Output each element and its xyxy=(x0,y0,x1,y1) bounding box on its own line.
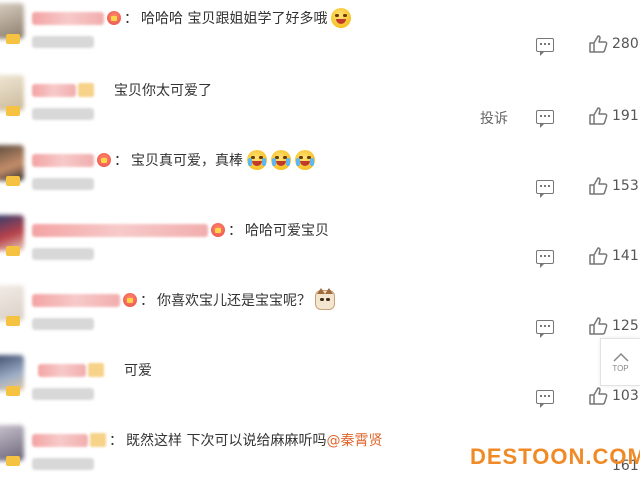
cry-laugh-emoji-icon xyxy=(247,150,267,170)
thumbs-up-icon[interactable] xyxy=(588,316,608,336)
reply-icon[interactable] xyxy=(536,110,554,128)
thumbs-up-icon[interactable] xyxy=(588,176,608,196)
reply-icon[interactable] xyxy=(536,320,554,338)
comment-item: ： 宝贝你太可爱了 投诉 191 xyxy=(0,72,640,142)
comment-item: ： 你喜欢宝儿还是宝宝呢？ 125 xyxy=(0,282,640,352)
thumbs-up-icon[interactable] xyxy=(588,34,608,54)
cat-emoji-icon xyxy=(315,288,335,310)
cry-laugh-emoji-icon xyxy=(271,150,291,170)
like-count: 191 xyxy=(612,108,639,124)
reply-icon[interactable] xyxy=(536,390,554,408)
comment-feed: ： 哈哈哈 宝贝跟姐姐学了好多哦 280 ： 宝贝你太可爱了 投诉 191 ： xyxy=(0,0,640,480)
watermark-suffix: .COM xyxy=(585,444,640,469)
comment-text: 你喜欢宝儿还是宝宝呢？ xyxy=(157,293,311,309)
vip-badge-icon xyxy=(6,456,20,466)
meta-blurred xyxy=(32,248,94,260)
comment-text: 宝贝真可爱，真棒 xyxy=(131,153,243,169)
vip-badge-icon xyxy=(6,34,20,44)
comment-item: ： 宝贝真可爱，真棒 153 xyxy=(0,142,640,212)
username-blurred[interactable] xyxy=(32,293,120,307)
username-blurred[interactable] xyxy=(32,433,88,447)
heart-badge-icon xyxy=(123,293,137,307)
like-count: 280 xyxy=(612,36,639,52)
vip-badge-icon xyxy=(6,316,20,326)
level-badge-icon xyxy=(78,83,94,97)
comment-text: 哈哈哈 宝贝跟姐姐学了好多哦 xyxy=(141,11,328,27)
vip-badge-icon xyxy=(6,246,20,256)
vip-badge-icon xyxy=(6,176,20,186)
heart-badge-icon xyxy=(107,11,121,25)
thumbs-up-icon[interactable] xyxy=(588,246,608,266)
thumbs-up-icon[interactable] xyxy=(588,106,608,126)
vip-badge-icon xyxy=(6,386,20,396)
comment-text: 宝贝你太可爱了 xyxy=(114,83,212,99)
back-to-top-label: TOP xyxy=(612,363,629,373)
report-link[interactable]: 投诉 xyxy=(480,108,508,128)
comment-text: 哈哈可爱宝贝 xyxy=(245,223,329,239)
meta-blurred xyxy=(32,178,94,190)
level-badge-icon xyxy=(90,433,106,447)
reply-icon[interactable] xyxy=(536,250,554,268)
level-badge-icon xyxy=(88,363,104,377)
meta-blurred xyxy=(32,318,94,330)
username-blurred[interactable] xyxy=(32,153,94,167)
comment-item: ： 可爱 103 xyxy=(0,352,640,422)
thumbs-up-icon[interactable] xyxy=(588,386,608,406)
username-blurred[interactable] xyxy=(32,11,104,25)
comment-text: 既然这样 下次可以说给麻麻听吗 xyxy=(126,433,327,449)
chevron-up-icon xyxy=(612,352,629,362)
back-to-top-button[interactable]: TOP xyxy=(600,338,640,386)
vip-badge-icon xyxy=(6,106,20,116)
meta-blurred xyxy=(32,108,94,120)
like-count: 103 xyxy=(612,388,639,404)
cry-laugh-emoji-icon xyxy=(295,150,315,170)
reply-icon[interactable] xyxy=(536,38,554,56)
username-blurred[interactable] xyxy=(32,83,76,97)
like-count: 153 xyxy=(612,178,639,194)
watermark-main: DESTOON xyxy=(470,444,586,469)
heart-badge-icon xyxy=(97,153,111,167)
comment-item: ： 哈哈哈 宝贝跟姐姐学了好多哦 280 xyxy=(0,0,640,70)
meta-blurred xyxy=(32,388,94,400)
laugh-emoji-icon xyxy=(331,8,352,28)
username-blurred[interactable] xyxy=(32,223,208,237)
reply-icon[interactable] xyxy=(536,180,554,198)
like-count: 141 xyxy=(612,248,639,264)
user-mention-link[interactable]: @秦霄贤 xyxy=(326,430,382,450)
meta-blurred xyxy=(32,458,94,470)
watermark: DESTOON.COM xyxy=(470,444,640,470)
comment-item: ： 哈哈可爱宝贝 141 xyxy=(0,212,640,282)
username-blurred[interactable] xyxy=(38,363,86,377)
like-count: 125 xyxy=(612,318,639,334)
meta-blurred xyxy=(32,36,94,48)
heart-badge-icon xyxy=(211,223,225,237)
comment-text: 可爱 xyxy=(124,363,152,379)
